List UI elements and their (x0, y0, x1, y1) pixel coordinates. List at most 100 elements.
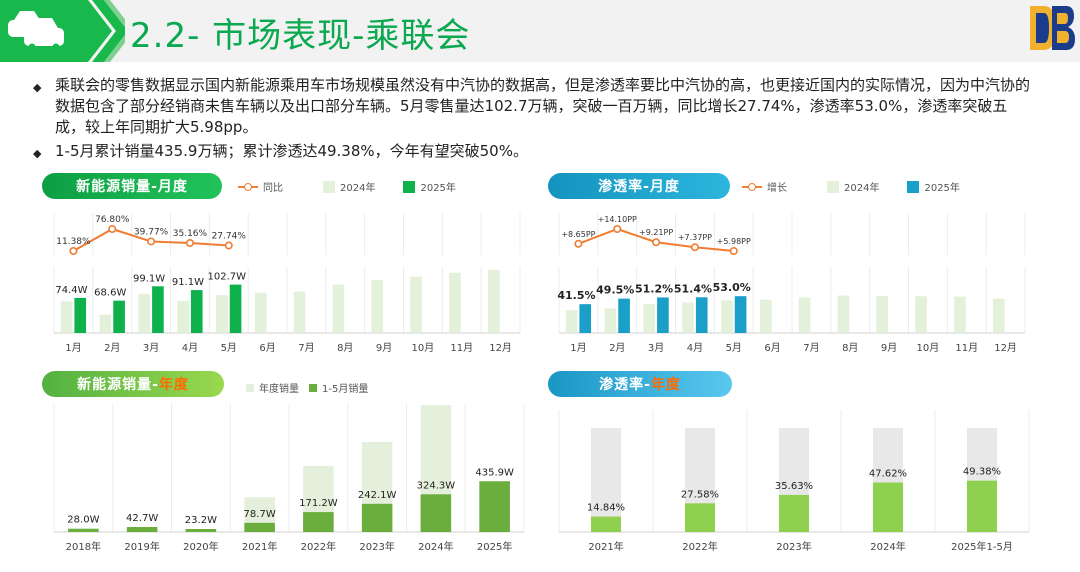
trend-label: 27.74% (212, 231, 247, 241)
bar-2025 (152, 286, 164, 333)
bar-label: 53.0% (713, 281, 751, 294)
trend-label: 39.77% (134, 227, 169, 237)
legend-monthly-sales: 同比 2024年 2025年 (238, 179, 456, 194)
bar-label: 35.63% (775, 481, 813, 492)
bar-label: 99.1W (133, 273, 165, 284)
chart-annual-sales: 28.0W 2018年 42.7W 2019年 23.2W 2020年 78.7W 2021年… (53, 404, 525, 553)
bar-annual-jan-may (303, 512, 334, 532)
bar-label: 91.1W (172, 277, 204, 288)
page-title: 2.2- 市场表现-乘联会 (130, 16, 471, 56)
bar-2025 (618, 298, 630, 333)
bar-penetration (590, 516, 622, 532)
trend-point (185, 239, 194, 248)
bar-2025 (734, 296, 747, 333)
x-tick-label: 2021年 (242, 540, 277, 553)
trend-label: +14.10PP (598, 215, 637, 224)
trend-label: 76.80% (95, 215, 130, 225)
trend-point (224, 241, 233, 250)
legend-swatch (827, 180, 839, 193)
bar-2024 (371, 280, 384, 333)
bar-2024 (759, 299, 772, 333)
bar-2024 (332, 284, 345, 333)
x-tick-label: 2024年 (418, 540, 453, 553)
line-swatch-icon (238, 181, 258, 193)
trend-point (147, 237, 156, 246)
trend-point (574, 239, 583, 248)
chart-monthly-sales: 74.4W 1月 68.6W 2月 99.1W 3月 91.1W 4月 102.7W 5月 6月 7月… (53, 213, 521, 354)
bar-2024 (682, 302, 694, 333)
legend-annual-sales: 年度销量 1-5月销量 (246, 380, 368, 395)
x-tick-label: 2月 (104, 342, 120, 354)
bar-annual-jan-may (185, 529, 217, 532)
bar-2024 (565, 310, 578, 333)
chart-annual-pen: 14.84% 2021年 27.58% 2022年 35.63% 2023年 47.62% 2… (558, 410, 1030, 553)
bar-2025 (579, 304, 592, 333)
trend-point (690, 243, 699, 252)
x-tick-label: 2022年 (301, 540, 336, 553)
bar-2024 (798, 297, 811, 333)
line-swatch-icon (742, 181, 762, 193)
bar-2024 (410, 276, 422, 333)
trend-label: 11.38% (56, 237, 91, 247)
bar-annual-jan-may (361, 503, 393, 532)
bar-2025 (229, 284, 242, 333)
bar-label: 49.38% (963, 467, 1001, 478)
x-tick-label: 4月 (182, 342, 198, 354)
trend-point (652, 238, 661, 247)
trend-point (613, 224, 622, 233)
x-tick-label: 2021年 (588, 540, 623, 553)
bar-penetration (778, 494, 810, 532)
x-tick-label: 11月 (955, 342, 978, 354)
bar-label: 49.5% (596, 284, 634, 297)
bar-2024 (254, 292, 267, 333)
bar-2024 (99, 314, 112, 333)
bar-penetration (872, 482, 904, 532)
x-tick-label: 1月 (65, 342, 81, 354)
bar-2025 (695, 297, 708, 333)
pill-monthly-sales: 新能源销量-月度 (42, 173, 222, 199)
diamond-bullet-icon: ◆ (33, 147, 42, 160)
x-tick-label: 2023年 (776, 540, 811, 553)
bar-label: 28.0W (67, 515, 99, 526)
bar-annual-jan-may (479, 481, 510, 532)
bar-label: 74.4W (55, 285, 87, 296)
x-tick-label: 2025年1-5月 (951, 540, 1013, 553)
bar-2024 (138, 293, 151, 333)
x-tick-label: 11月 (450, 342, 473, 354)
bar-2024 (177, 300, 189, 333)
bar-2025 (657, 297, 669, 333)
chart-monthly-pen: 41.5% 1月 49.5% 2月 51.2% 3月 51.4% 4月 53.0% 5月 6月 7月 8… (557, 213, 1026, 354)
bar-label: 51.2% (635, 282, 673, 295)
bar-label: 68.6W (94, 288, 126, 299)
x-tick-label: 12月 (489, 342, 512, 354)
diamond-bullet-icon: ◆ (33, 81, 42, 94)
bar-2025 (113, 300, 125, 333)
slide: 2.2- 市场表现-乘联会 ◆ 乘联会的零售数据显示国内新能源乘用车市场规模虽然… (0, 0, 1080, 572)
x-tick-label: 9月 (881, 342, 897, 354)
bar-penetration-bg (590, 428, 622, 532)
bar-label: 41.5% (557, 289, 595, 302)
x-tick-label: 2月 (609, 342, 625, 354)
trend-point (108, 224, 117, 233)
intro-bullet-1: ◆ 乘联会的零售数据显示国内新能源乘用车市场规模虽然没有中汽协的数据高，但是渗透… (33, 76, 1031, 136)
bar-2024 (293, 291, 306, 333)
bar-label: 51.4% (674, 282, 712, 295)
x-tick-label: 9月 (376, 342, 392, 354)
x-tick-label: 2018年 (66, 540, 101, 553)
x-tick-label: 2025年 (477, 540, 512, 553)
x-tick-label: 2022年 (682, 540, 717, 553)
legend-swatch (907, 180, 920, 193)
bar-annual-jan-may (68, 528, 99, 532)
trend-label: +7.37PP (678, 233, 712, 242)
x-tick-label: 6月 (764, 342, 780, 354)
x-tick-label: 2023年 (359, 540, 394, 553)
trend-label: +9.21PP (639, 228, 673, 237)
bar-2024 (876, 295, 889, 333)
legend-swatch (403, 180, 416, 193)
bar-2024 (954, 296, 966, 333)
x-tick-label: 10月 (412, 342, 435, 354)
trend-label: 35.16% (173, 229, 208, 239)
bar-2024 (915, 296, 927, 333)
bar-penetration (684, 503, 716, 532)
x-tick-label: 2024年 (870, 540, 905, 553)
